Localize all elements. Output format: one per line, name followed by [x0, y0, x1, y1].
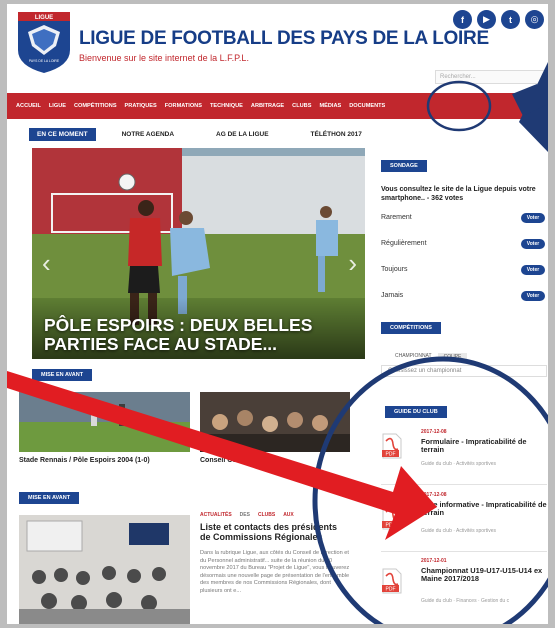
poll-option-rarement[interactable]: Rarement — [381, 214, 412, 221]
thumbnail-stade-rennais[interactable] — [19, 392, 190, 452]
tab-telethon[interactable]: TÉLÉTHON 2017 — [311, 131, 362, 138]
news-tag-gap: des — [239, 512, 250, 518]
page: LIGUE PAYS DE LA LOIRE LIGUE DE FOOTBALL… — [7, 4, 548, 624]
section-header-competitions: COMPÉTITIONS — [381, 322, 441, 334]
divider — [381, 484, 547, 485]
hero-caption[interactable]: PÔLE ESPOIRS : DEUX BELLES PARTIES FACE … — [44, 316, 344, 354]
poll-option-regulierement[interactable]: Régulièrement — [381, 240, 427, 247]
guide-meta: Guide du club · Finances · Gestion du c — [421, 598, 510, 604]
news-photo[interactable] — [19, 515, 190, 624]
pdf-icon: PDF — [382, 433, 402, 459]
logo-text: LIGUE — [35, 15, 53, 21]
main-nav: Accueil Ligue Compétitions Pratiques For… — [7, 93, 548, 119]
championnat-select[interactable]: Choisissez un championnat — [381, 365, 547, 377]
logo-subtext: PAYS DE LA LOIRE — [29, 59, 60, 63]
hero-slider[interactable]: ‹ › PÔLE ESPOIRS : DEUX BELLES PARTIES F… — [32, 148, 365, 359]
nav-item-formations[interactable]: Formations — [165, 103, 202, 109]
conference-photo — [19, 515, 190, 624]
news-tag-clubs[interactable]: Clubs — [258, 512, 275, 518]
tab-ag-ligue[interactable]: AG DE LA LIGUE — [216, 131, 268, 138]
chevron-right-icon[interactable]: › — [348, 248, 357, 279]
guide-item-formulaire[interactable]: PDF 2017-12-08 Formulaire - Impraticabil… — [381, 429, 547, 479]
guide-title[interactable]: Championnat U19-U17-U15-U14 ex Maine 201… — [421, 567, 547, 583]
nav-item-clubs[interactable]: Clubs — [292, 103, 311, 109]
nav-item-documents[interactable]: Documents — [349, 103, 385, 109]
twitter-icon[interactable]: t — [501, 10, 520, 29]
search-input[interactable]: Rechercher... — [435, 70, 547, 84]
divider — [381, 551, 547, 552]
chevron-left-icon[interactable]: ‹ — [42, 248, 51, 279]
site-subtitle: Bienvenue sur le site internet de la L.F… — [79, 53, 249, 63]
match-photo — [19, 392, 190, 452]
vote-button-regulierement[interactable]: Voter — [521, 239, 545, 249]
thumbnail-conseil[interactable] — [200, 392, 350, 452]
guide-item-championnat[interactable]: PDF 2017-12-01 Championnat U19-U17-U15-U… — [381, 558, 547, 618]
nav-item-technique[interactable]: Technique — [210, 103, 243, 109]
pdf-icon: PDF — [382, 568, 402, 594]
competition-tabs: CHAMPIONNAT COUPE — [395, 353, 468, 361]
social-links: f ▶ t ◎ — [453, 10, 544, 29]
poll-question: Vous consultez le site de la Ligue depui… — [381, 186, 536, 202]
nav-item-competitions[interactable]: Compétitions — [74, 103, 117, 109]
guide-date: 2017-12-01 — [421, 558, 447, 564]
vote-button-rarement[interactable]: Voter — [521, 213, 545, 223]
section-header-guide-du-club: GUIDE DU CLUB — [385, 406, 447, 418]
guide-date: 2017-12-08 — [421, 429, 447, 435]
news-title[interactable]: Liste et contacts des présidents de Comm… — [200, 522, 350, 542]
svg-text:PDF: PDF — [386, 523, 396, 529]
guide-title[interactable]: Formulaire - Impraticabilité de terrain — [421, 438, 547, 454]
tab-championnat[interactable]: CHAMPIONNAT — [395, 353, 432, 361]
section-header-mise-en-avant: MISE EN AVANT — [32, 369, 93, 381]
news-body: Dans la rubrique Ligue, aux côtés du Con… — [200, 550, 350, 594]
nav-item-pratiques[interactable]: Pratiques — [125, 103, 157, 109]
guide-date: 2017-12-08 — [421, 492, 447, 498]
guide-meta: Guide du club · Activités sportives — [421, 528, 497, 534]
news-tag-actualites[interactable]: Actualités — [200, 512, 232, 518]
pdf-icon: PDF — [382, 504, 402, 530]
news-tabs: EN CE MOMENT NOTRE AGENDA AG DE LA LIGUE… — [29, 128, 404, 141]
poll-option-jamais[interactable]: Jamais — [381, 292, 403, 299]
meeting-photo — [200, 392, 350, 452]
nav-item-ligue[interactable]: Ligue — [49, 103, 66, 109]
news-tag-aux[interactable]: Aux — [283, 512, 294, 518]
news-tags: Actualités des Clubs Aux — [200, 512, 294, 518]
guide-meta: Guide du club · Activités sportives — [421, 461, 497, 467]
section-header-mise-en-avant-2: MISE EN AVANT — [19, 492, 80, 504]
ligue-logo[interactable]: LIGUE PAYS DE LA LOIRE — [15, 10, 73, 74]
facebook-icon[interactable]: f — [453, 10, 472, 29]
poll-option-toujours[interactable]: Toujours — [381, 266, 407, 273]
svg-text:PDF: PDF — [386, 452, 396, 458]
youtube-icon[interactable]: ▶ — [477, 10, 496, 29]
tab-coupe[interactable]: COUPE — [437, 353, 468, 361]
caption-conseil[interactable]: Conseil Con — [200, 457, 241, 464]
guide-item-note-informative[interactable]: PDF 2017-12-08 Note informative - Imprat… — [381, 492, 547, 542]
guide-title[interactable]: Note informative - Impraticabilité de te… — [421, 501, 547, 517]
tab-notre-agenda[interactable]: NOTRE AGENDA — [122, 131, 174, 138]
svg-text:PDF: PDF — [386, 587, 396, 593]
nav-item-medias[interactable]: Médias — [319, 103, 341, 109]
section-header-sondage: SONDAGE — [381, 160, 427, 172]
nav-item-arbitrage[interactable]: Arbitrage — [251, 103, 284, 109]
vote-button-toujours[interactable]: Voter — [521, 265, 545, 275]
vote-button-jamais[interactable]: Voter — [521, 291, 545, 301]
instagram-icon[interactable]: ◎ — [525, 10, 544, 29]
nav-item-accueil[interactable]: Accueil — [16, 103, 41, 109]
site-title: LIGUE DE FOOTBALL DES PAYS DE LA LOIRE — [79, 28, 489, 49]
caption-stade-rennais[interactable]: Stade Rennais / Pôle Espoirs 2004 (1-0) — [19, 457, 150, 464]
tab-en-ce-moment[interactable]: EN CE MOMENT — [29, 128, 96, 141]
